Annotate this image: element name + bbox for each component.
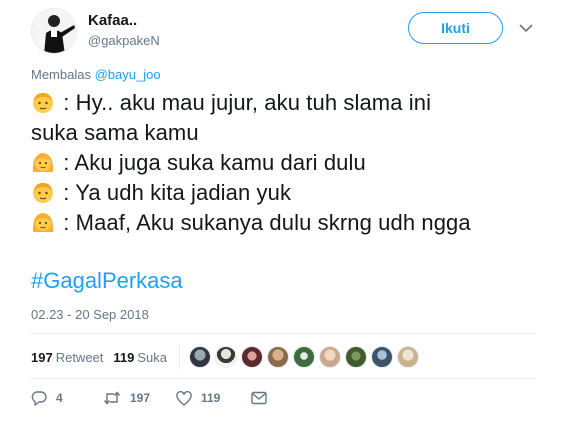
heart-icon (176, 390, 192, 406)
user-info: Kafaa.. @gakpakeN (88, 12, 160, 48)
tweet-timestamp[interactable]: 02.23 - 20 Sep 2018 (31, 307, 149, 322)
reply-count: 4 (56, 391, 63, 405)
girl-emoji-icon (31, 150, 55, 174)
liker-avatar[interactable] (345, 346, 368, 368)
reply-prefix: Membalas (31, 67, 95, 82)
display-name[interactable]: Kafaa.. (88, 12, 160, 29)
direct-message-button[interactable] (251, 391, 267, 405)
liker-avatar[interactable] (319, 346, 342, 368)
liker-avatar[interactable] (189, 346, 212, 368)
liker-avatar[interactable] (397, 346, 420, 368)
liker-avatar[interactable] (241, 346, 264, 368)
retweet-button[interactable]: 197 (103, 390, 176, 406)
tweet-text: : Hy.. aku mau jujur, aku tuh slama ini … (31, 88, 541, 238)
tweet-line-text: : Hy.. aku mau jujur, aku tuh slama ini (57, 90, 432, 115)
tweet-stats: 197 Retweet 119 Suka (31, 343, 423, 371)
tweet-actions: 4 197 119 (31, 388, 267, 408)
like-count: 119 (201, 391, 221, 405)
boy-emoji-icon (31, 180, 55, 204)
liker-avatar[interactable] (215, 346, 238, 368)
girl-emoji-icon (31, 210, 55, 234)
chevron-down-icon[interactable] (516, 18, 536, 38)
tweet-line: : Maaf, Aku sukanya dulu skrng udh ngga (31, 208, 541, 238)
user-handle[interactable]: @gakpakeN (88, 33, 160, 48)
retweet-count: 197 (130, 391, 151, 405)
reply-context: Membalas @bayu_joo (31, 67, 161, 82)
liker-avatar[interactable] (293, 346, 316, 368)
envelope-icon (251, 391, 267, 405)
divider (31, 378, 534, 379)
liker-avatar[interactable] (371, 346, 394, 368)
like-stat[interactable]: 119 Suka (113, 350, 167, 365)
tweet-line-text: : Maaf, Aku sukanya dulu skrng udh ngga (57, 210, 471, 235)
retweet-stat[interactable]: 197 Retweet (31, 350, 103, 365)
follow-button[interactable]: Ikuti (408, 12, 503, 44)
reply-button[interactable]: 4 (31, 390, 103, 406)
liker-avatar[interactable] (267, 346, 290, 368)
tweet-header: Kafaa.. @gakpakeN Ikuti (31, 8, 551, 58)
tweet-line: : Aku juga suka kamu dari dulu (31, 148, 541, 178)
reply-icon (31, 390, 47, 406)
like-button[interactable]: 119 (176, 390, 251, 406)
tweet-line: : Ya udh kita jadian yuk (31, 178, 541, 208)
reply-mention-link[interactable]: @bayu_joo (95, 67, 161, 82)
retweet-stat-label: Retweet (55, 349, 104, 365)
boy-emoji-icon (31, 90, 55, 114)
like-stat-label: Suka (137, 349, 168, 365)
tweet-line: : Hy.. aku mau jujur, aku tuh slama ini (31, 88, 541, 118)
tweet-line: suka sama kamu (31, 118, 541, 148)
stats-separator (179, 344, 181, 370)
liker-avatars (189, 346, 423, 368)
like-stat-count: 119 (113, 349, 135, 365)
tweet-line-text: : Aku juga suka kamu dari dulu (57, 150, 366, 175)
tweet-line-text: suka sama kamu (31, 120, 199, 145)
tweet-line-text: : Ya udh kita jadian yuk (57, 180, 292, 205)
divider (31, 333, 534, 334)
hashtag-link[interactable]: #GagalPerkasa (31, 268, 183, 294)
avatar[interactable] (31, 8, 77, 54)
retweet-icon (103, 390, 121, 406)
retweet-stat-count: 197 (31, 349, 53, 365)
